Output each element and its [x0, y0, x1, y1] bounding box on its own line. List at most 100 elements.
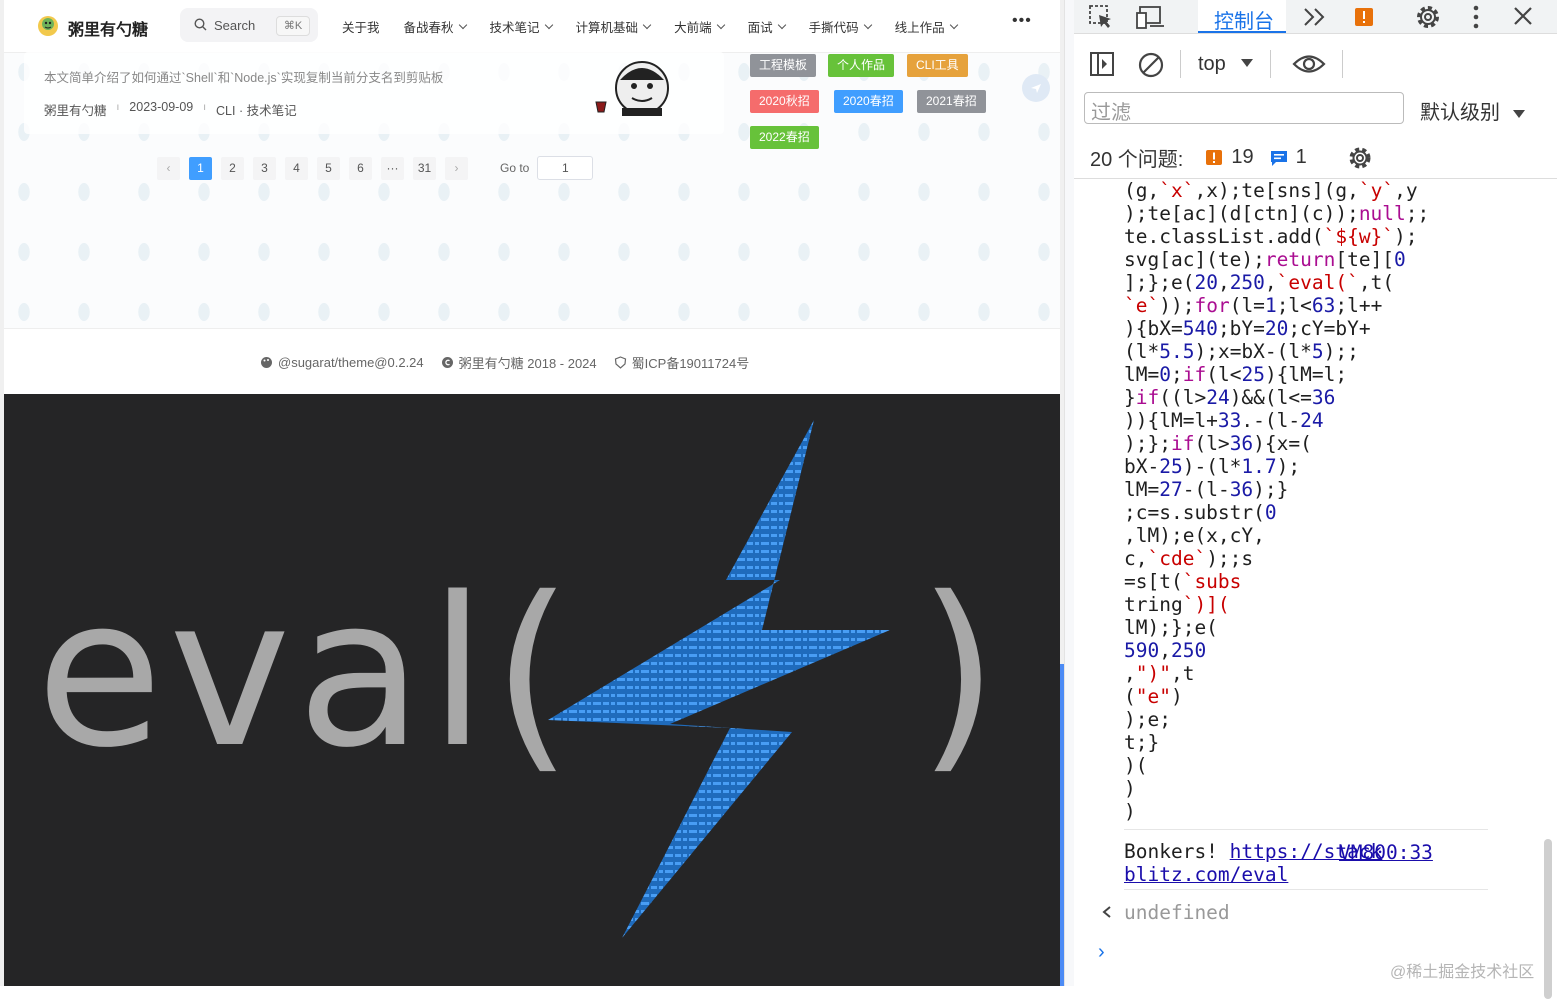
nav-item-label: 关于我 [342, 21, 380, 35]
nav-item-handwritten-code[interactable]: 手撕代码 [809, 17, 872, 36]
page-button[interactable]: 3 [253, 156, 276, 180]
chevron-down-icon [544, 20, 553, 30]
footer-copyright: 粥里有勺糖 2018 - 2024 [441, 353, 597, 372]
clear-console-icon[interactable] [1138, 52, 1164, 78]
code-line: ) [1124, 777, 1136, 800]
floating-action-button[interactable] [1022, 74, 1050, 102]
settings-gear-icon[interactable] [1414, 3, 1442, 31]
tag-2020-autumn[interactable]: 2020秋招 [750, 90, 819, 113]
filter-placeholder: 过滤 [1091, 102, 1131, 124]
code-line: ){bX=540;bY=20;cY=bY+ [1124, 317, 1371, 340]
page-button[interactable]: 2 [221, 156, 244, 180]
tag-personal-works[interactable]: 个人作品 [828, 54, 895, 77]
code-line: }if((l>24)&&(l<=36 [1124, 386, 1336, 409]
meta-separator: ı [116, 102, 120, 113]
issues-warning-icon[interactable] [1354, 7, 1374, 27]
console-scrollbar[interactable] [1544, 839, 1552, 999]
return-value-arrow-icon [1102, 906, 1111, 918]
page-button[interactable]: 31 [413, 156, 436, 180]
page-button[interactable]: 5 [317, 156, 340, 180]
console-divider [1124, 889, 1488, 890]
footer-icp[interactable]: 蜀ICP备19011724号 [614, 353, 750, 372]
next-page-button[interactable]: › [445, 156, 468, 180]
nav-item-frontend[interactable]: 大前端 [674, 17, 725, 36]
footer-theme[interactable]: @sugarat/theme@0.2.24 [260, 353, 424, 372]
watermark: @稀土掘金技术社区 [1390, 964, 1535, 981]
code-line: t;} [1124, 731, 1160, 754]
code-line: ;c=s.substr(0 [1124, 501, 1277, 524]
console-prompt[interactable]: › [1098, 941, 1105, 964]
article-date: 2023-09-09 [129, 100, 194, 114]
goto-page-input[interactable]: 1 [537, 156, 594, 180]
tag-2021-spring[interactable]: 2021春招 [917, 90, 986, 113]
article-tags[interactable]: CLI · 技术笔记 [216, 100, 297, 119]
issues-bar[interactable]: 20 个问题: 19 1 [1090, 143, 1373, 172]
code-line: ,lM);e(x,cY, [1124, 524, 1265, 547]
chevron-down-icon [458, 20, 467, 30]
goto-label: Go to [500, 161, 530, 175]
nav-item-label: 线上作品 [894, 21, 945, 35]
code-line: 590,250 [1124, 639, 1207, 662]
nav-item-label: 面试 [747, 21, 773, 35]
code-line: =s[t(`subs [1124, 570, 1242, 593]
chevron-down-icon [949, 20, 958, 30]
pagination: ‹ 1 2 3 4 5 6 ··· 31 › Go to 1 [157, 156, 594, 180]
sidebar-toggle-icon[interactable] [1090, 52, 1114, 76]
console-code-echo: (g,`x`,x);te[sns](g,`y`,y);te[ac](d[ctn]… [1124, 179, 1429, 823]
tag-2020-spring[interactable]: 2020春招 [834, 90, 903, 113]
page-ellipsis[interactable]: ··· [381, 156, 404, 180]
nav-item-label: 大前端 [674, 21, 712, 35]
site-logo-icon[interactable] [36, 14, 60, 38]
code-line: lM=27-(l-36);} [1124, 478, 1289, 501]
site-brand[interactable]: 粥里有勺糖 [68, 16, 148, 40]
send-icon [1031, 84, 1041, 93]
warning-count: 19 [1231, 146, 1254, 168]
code-line: bX-25)-(l*1.7); [1124, 455, 1301, 478]
nav-item-prep[interactable]: 备战春秋 [403, 17, 467, 36]
page-button[interactable]: 1 [189, 156, 212, 180]
prev-page-button[interactable]: ‹ [157, 156, 180, 180]
console-log-message: Bonkers! https://stack blitz.com/eval [1124, 829, 1488, 886]
article-cover-image [595, 61, 669, 116]
tag-template[interactable]: 工程模板 [750, 54, 817, 77]
tag-2022-spring[interactable]: 2022春招 [750, 126, 819, 149]
more-tabs-icon[interactable] [1302, 6, 1328, 28]
nav-item-interview[interactable]: 面试 [747, 17, 786, 36]
log-level-dropdown[interactable]: 默认级别 [1420, 96, 1526, 125]
code-line: );te[ac](d[ctn](c));null;; [1124, 202, 1430, 225]
log-url-link-cont[interactable]: blitz.com/eval [1124, 863, 1288, 886]
live-expression-eye-icon[interactable] [1292, 52, 1326, 76]
toolbar-divider [1342, 50, 1343, 78]
nav-item-online-works[interactable]: 线上作品 [894, 17, 958, 36]
article-author[interactable]: 粥里有勺糖 [44, 100, 107, 119]
page-button[interactable]: 4 [285, 156, 308, 180]
code-line: c,`cde`);;s [1124, 547, 1254, 570]
close-icon[interactable] [1512, 5, 1534, 27]
kebab-menu-icon[interactable] [1472, 4, 1480, 30]
tag-cli-tools[interactable]: CLI工具 [907, 54, 968, 77]
nav-item-label: 计算机基础 [575, 21, 639, 35]
page-button[interactable]: 6 [349, 156, 372, 180]
inspect-element-icon[interactable] [1088, 4, 1114, 30]
source-location-link[interactable]: VM800:33 [1339, 841, 1433, 864]
nav-item-tech-notes[interactable]: 技术笔记 [490, 17, 553, 36]
device-toolbar-icon[interactable] [1136, 4, 1166, 30]
nav-item-cs-basics[interactable]: 计算机基础 [575, 17, 652, 36]
ellipsis-icon[interactable]: ••• [1012, 12, 1032, 30]
console-output: (g,`x`,x);te[sns](g,`y`,y);te[ac](d[ctn]… [1074, 178, 1557, 999]
code-line: ("e") [1124, 685, 1183, 708]
info-count: 1 [1295, 146, 1307, 168]
footer-icp-text: 蜀ICP备19011724号 [631, 356, 750, 371]
toolbar-divider [1180, 50, 1181, 78]
context-dropdown-arrow-icon[interactable] [1240, 58, 1254, 68]
filter-input[interactable]: 过滤 [1084, 92, 1404, 124]
log-text: Bonkers! [1124, 840, 1218, 863]
nav-item-about[interactable]: 关于我 [342, 17, 380, 36]
nav-item-label: 备战春秋 [403, 21, 454, 35]
site-footer: @sugarat/theme@0.2.24 粥里有勺糖 2018 - 2024 … [4, 328, 1060, 395]
context-selector[interactable]: top [1198, 53, 1226, 76]
search-button[interactable]: Search ⌘K [180, 8, 318, 42]
search-label: Search [214, 18, 256, 33]
issues-settings-icon[interactable] [1347, 145, 1373, 171]
hero-eval-text: eval( [36, 553, 579, 793]
